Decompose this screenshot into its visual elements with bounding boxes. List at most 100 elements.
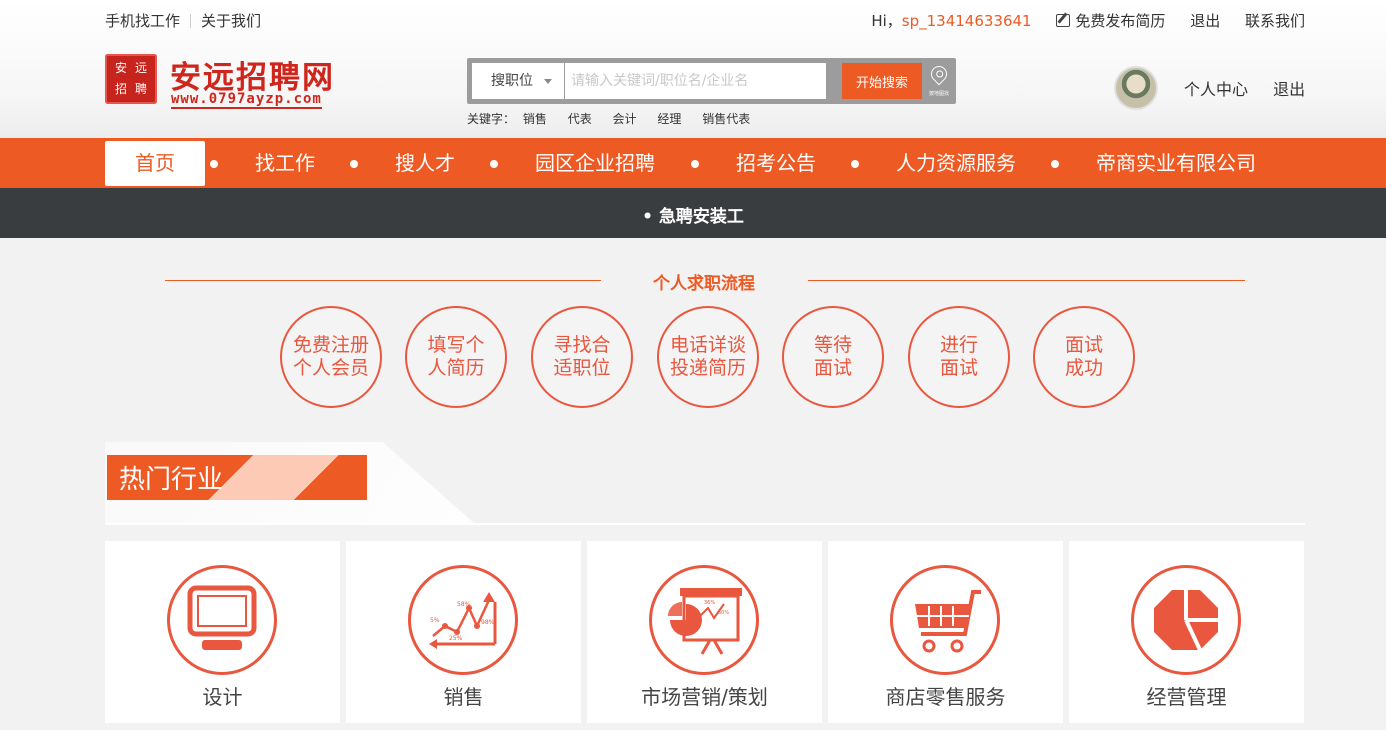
main-nav: 首页 找工作 搜人才 园区企业招聘 招考公告 人力资源服务 帝商实业有限公司 xyxy=(0,138,1386,188)
map-pin-icon xyxy=(927,62,951,86)
nav-separator-dot xyxy=(350,160,358,168)
process-step-line: 免费注册 xyxy=(292,334,369,356)
process-step-text: 寻找合 适职位 xyxy=(540,334,624,380)
logo-seal[interactable]: 安 远 招 聘 xyxy=(105,54,157,104)
keyword-link[interactable]: 销售代表 xyxy=(702,112,750,126)
username-link[interactable]: sp_13414633641 xyxy=(902,12,1032,30)
map-search-button[interactable]: 按地图找 xyxy=(926,62,952,99)
top-bar-left: 手机找工作 关于我们 xyxy=(105,10,261,31)
seal-char: 招 xyxy=(114,82,127,96)
mobile-jobs-link[interactable]: 手机找工作 xyxy=(105,12,180,30)
chart-label: 98% xyxy=(481,619,495,626)
keyword-list: 关键字： 销售 代表 会计 经理 销售代表 xyxy=(467,110,767,127)
chart-label: 50% xyxy=(718,610,729,616)
keyword-link[interactable]: 销售 xyxy=(523,112,547,126)
nav-item-search-talent[interactable]: 搜人才 xyxy=(395,138,455,188)
process-step-text: 电话详谈 投递简历 xyxy=(666,334,750,380)
process-step-text: 面试 成功 xyxy=(1042,334,1126,380)
nav-item-exam-notices[interactable]: 招考公告 xyxy=(736,138,816,188)
user-center-link[interactable]: 个人中心 xyxy=(1184,80,1248,99)
about-us-link[interactable]: 关于我们 xyxy=(201,12,261,30)
nav-separator-dot xyxy=(691,160,699,168)
process-step-text: 免费注册 个人会员 xyxy=(289,334,373,380)
top-bar-right: Hi，sp_13414633641 免费发布简历 退出 联系我们 xyxy=(851,10,1305,31)
notice-link[interactable]: 急聘安装工 xyxy=(0,202,1386,227)
seal-char: 安 xyxy=(114,61,127,75)
monitor-icon xyxy=(167,565,277,675)
process-step-line: 寻找合 xyxy=(553,334,611,356)
post-resume-link[interactable]: 免费发布简历 xyxy=(1056,12,1165,30)
seal-char: 聘 xyxy=(134,82,147,96)
keyword-link[interactable]: 代表 xyxy=(568,112,592,126)
search-type-select[interactable]: 搜职位 xyxy=(472,63,564,99)
process-step: 面试 成功 xyxy=(1033,306,1135,408)
nav-separator-dot xyxy=(1051,160,1059,168)
nav-item-home[interactable]: 首页 xyxy=(105,141,205,186)
process-step-line: 个人会员 xyxy=(292,357,369,379)
process-step-line: 面试 xyxy=(813,357,852,379)
industry-card-marketing[interactable]: 36% 50% 市场营销/策划 xyxy=(587,541,822,723)
presentation-icon: 36% 50% xyxy=(649,565,759,675)
industry-card-design[interactable]: 设计 xyxy=(105,541,340,723)
nav-item-hr-services[interactable]: 人力资源服务 xyxy=(896,138,1016,188)
nav-item-company[interactable]: 帝商实业有限公司 xyxy=(1096,138,1256,188)
chart-label: 25% xyxy=(449,635,463,642)
logout-link[interactable]: 退出 xyxy=(1190,12,1220,30)
industry-card-management[interactable]: 经营管理 xyxy=(1069,541,1304,723)
process-title-line-left xyxy=(165,280,601,281)
search-input[interactable] xyxy=(565,63,826,99)
process-title: 个人求职流程 xyxy=(653,274,755,294)
top-bar: 手机找工作 关于我们 Hi，sp_13414633641 免费发布简历 退出 联系… xyxy=(105,0,1305,40)
chart-label: 36% xyxy=(704,600,715,606)
industry-label: 市场营销/策划 xyxy=(641,685,768,709)
industry-card-sales[interactable]: 5% 58% 25% 98% 销售 xyxy=(346,541,581,723)
nav-item-find-jobs[interactable]: 找工作 xyxy=(255,138,315,188)
chart-label: 58% xyxy=(457,601,471,608)
chart-label: 5% xyxy=(430,617,440,624)
logo-url[interactable]: www.0797ayzp.com xyxy=(171,91,322,109)
search-button[interactable]: 开始搜索 xyxy=(842,63,922,99)
map-search-label: 按地图找 xyxy=(928,91,949,97)
process-step-line: 投递简历 xyxy=(669,357,746,379)
user-logout-link[interactable]: 退出 xyxy=(1273,80,1305,99)
pie-chart-icon xyxy=(1131,565,1241,675)
nav-item-park-recruitment[interactable]: 园区企业招聘 xyxy=(535,138,655,188)
process-step: 等待 面试 xyxy=(782,306,884,408)
process-step-text: 等待 面试 xyxy=(791,334,875,380)
industry-card-retail[interactable]: 商店零售服务 xyxy=(828,541,1063,723)
process-title-line-right xyxy=(808,280,1245,281)
process-step-line: 面试 xyxy=(939,357,978,379)
keyword-link[interactable]: 会计 xyxy=(613,112,637,126)
contact-link[interactable]: 联系我们 xyxy=(1245,12,1305,30)
process-step-line: 适职位 xyxy=(553,357,611,379)
nav-separator-dot xyxy=(210,160,218,168)
chevron-down-icon xyxy=(544,79,552,84)
industry-label: 设计 xyxy=(202,685,243,709)
process-step-line: 面试 xyxy=(1064,334,1103,356)
process-step: 寻找合 适职位 xyxy=(531,306,633,408)
keyword-link[interactable]: 经理 xyxy=(657,112,681,126)
process-step: 填写个 人简历 xyxy=(405,306,507,408)
post-resume-label: 免费发布简历 xyxy=(1075,12,1166,30)
avatar[interactable] xyxy=(1114,66,1158,110)
process-step-line: 等待 xyxy=(813,334,852,356)
edit-icon xyxy=(1056,14,1071,27)
process-step-line: 成功 xyxy=(1064,357,1103,379)
user-links: 个人中心 退出 xyxy=(1184,76,1325,100)
industry-label: 经营管理 xyxy=(1146,685,1227,709)
process-step-line: 进行 xyxy=(939,334,978,356)
process-step-text: 填写个 人简历 xyxy=(414,334,498,380)
process-step-line: 填写个 xyxy=(427,334,485,356)
keyword-label: 关键字： xyxy=(467,112,516,126)
greeting-text: Hi， xyxy=(871,12,902,30)
divider xyxy=(190,14,192,28)
industry-label: 销售 xyxy=(443,685,484,709)
section-divider xyxy=(105,523,1305,525)
nav-separator-dot xyxy=(851,160,859,168)
nav-separator-dot xyxy=(490,160,498,168)
industry-label: 商店零售服务 xyxy=(885,685,1006,709)
process-step-line: 人简历 xyxy=(427,357,485,379)
search-box: 搜职位 开始搜索 按地图找 xyxy=(467,58,956,104)
process-step-text: 进行 面试 xyxy=(917,334,1001,380)
seal-char: 远 xyxy=(134,61,147,75)
